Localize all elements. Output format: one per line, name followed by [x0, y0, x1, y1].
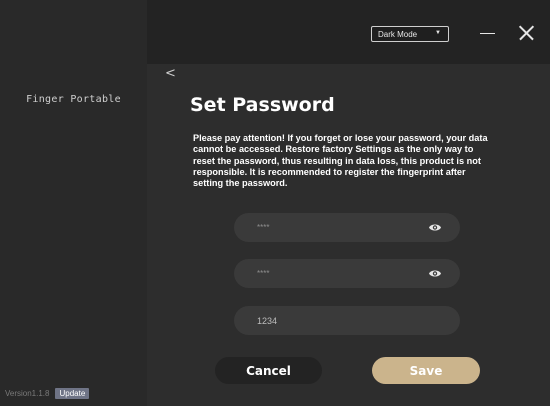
theme-mode-select[interactable]: Dark Mode ▼ — [371, 26, 449, 42]
page-title: Set Password — [190, 94, 335, 116]
cancel-button[interactable]: Cancel — [215, 357, 322, 384]
confirm-password-field[interactable] — [234, 259, 460, 288]
confirm-password-input[interactable] — [257, 269, 427, 278]
sidebar: Finger Portable Version1.1.8 Update — [0, 0, 147, 406]
update-button[interactable]: Update — [55, 387, 90, 399]
theme-mode-value: Dark Mode — [378, 29, 418, 39]
password-hint-field[interactable] — [234, 306, 460, 335]
close-icon[interactable] — [515, 22, 537, 44]
password-warning-text: Please pay attention! If you forget or l… — [193, 133, 488, 189]
caret-down-icon: ▼ — [435, 30, 441, 36]
password-field[interactable] — [234, 213, 460, 242]
eye-icon[interactable] — [428, 268, 442, 279]
title-bar: Dark Mode ▼ — [147, 0, 550, 64]
version-label: Version1.1.8 — [5, 388, 50, 398]
eye-icon[interactable] — [428, 222, 442, 233]
app-name: Finger Portable — [26, 94, 121, 105]
save-button[interactable]: Save — [372, 357, 480, 384]
password-hint-input[interactable] — [257, 315, 427, 326]
chevron-left-icon[interactable]: < — [165, 66, 177, 82]
password-input[interactable] — [257, 223, 427, 232]
version-row: Version1.1.8 Update — [5, 386, 90, 400]
minimize-icon[interactable] — [477, 22, 499, 44]
